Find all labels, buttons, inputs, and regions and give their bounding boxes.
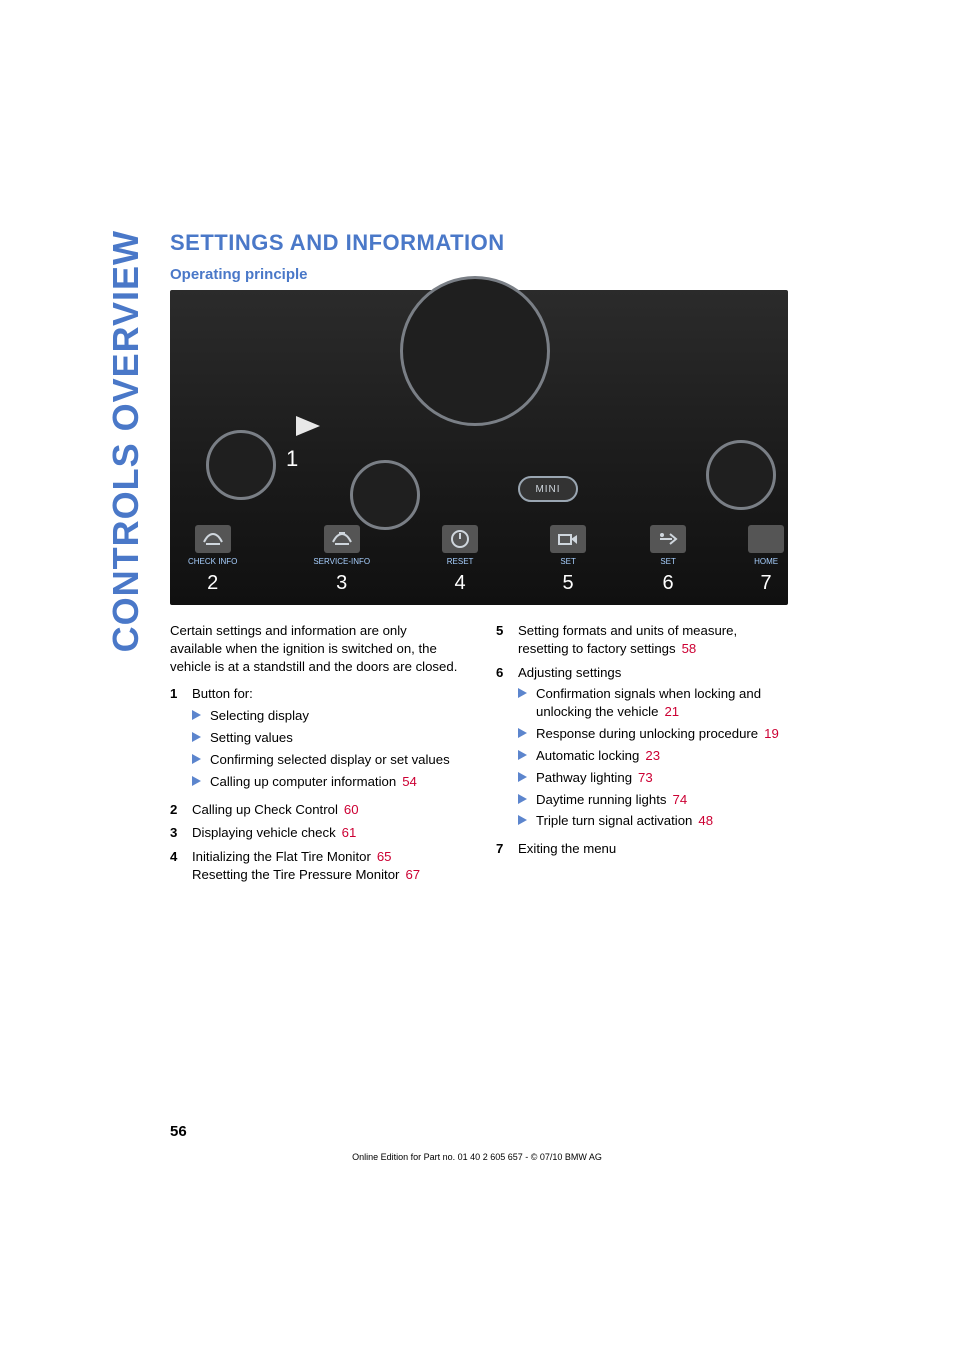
bullet: Setting values [192,729,462,747]
page-ref[interactable]: 60 [344,802,359,817]
page-ref[interactable]: 73 [638,770,653,785]
page-ref[interactable]: 48 [698,813,713,828]
page-ref[interactable]: 23 [645,748,660,763]
bullet: Calling up computer information54 [192,773,462,791]
list-item-5: 5 Setting formats and units of measure, … [496,622,788,658]
page-ref[interactable]: 65 [377,849,392,864]
page-ref[interactable]: 21 [664,704,679,719]
left-column: Certain settings and information are onl… [170,622,462,890]
right-column: 5 Setting formats and units of measure, … [496,622,788,890]
icon-set-a: SET 5 [550,525,586,595]
page-ref[interactable]: 61 [342,825,357,840]
bullet: Confirmation signals when locking and un… [518,685,788,721]
list-item-7: 7 Exiting the menu [496,840,788,858]
bullet: Response during unlocking procedure19 [518,725,788,743]
mini-badge: MINI [518,476,578,502]
page-ref[interactable]: 74 [672,792,687,807]
section-heading: Operating principle [170,266,308,283]
list-item-1: 1 Button for: Selecting display Setting … [170,685,462,794]
footer-text: Online Edition for Part no. 01 40 2 605 … [0,1152,954,1162]
bullet: Pathway lighting73 [518,769,788,787]
page-ref[interactable]: 58 [682,641,697,656]
pointer-number: 1 [286,446,298,472]
list-item-2: 2 Calling up Check Control60 [170,801,462,819]
icon-service-info: SERVICE-INFO 3 [313,525,370,595]
page-number: 56 [170,1123,187,1140]
icon-home: HOME 7 [748,525,784,595]
bullet: Daytime running lights74 [518,791,788,809]
bullet: Automatic locking23 [518,747,788,765]
content-area: Certain settings and information are onl… [170,622,788,890]
page-ref[interactable]: 19 [764,726,779,741]
pointer-arrow-icon [296,416,320,436]
icon-reset: RESET 4 [442,525,478,595]
list-item-6: 6 Adjusting settings Confirmation signal… [496,664,788,835]
bullet: Confirming selected display or set value… [192,751,462,769]
sidebar-section-label: CONTROLS OVERVIEW [105,0,147,230]
dashboard-illustration: 1 MINI CHECK INFO 2 SERVICE-INFO 3 RESET… [170,290,788,605]
bullet: Selecting display [192,707,462,725]
page-ref[interactable]: 67 [405,867,420,882]
list-item-4: 4 Initializing the Flat Tire Monitor65 R… [170,848,462,884]
list-item-3: 3 Displaying vehicle check61 [170,824,462,842]
page-ref[interactable]: 54 [402,774,417,789]
icon-check-info: CHECK INFO 2 [188,525,237,595]
intro-paragraph: Certain settings and information are onl… [170,622,462,675]
page-title: SETTINGS AND INFORMATION [170,230,505,256]
icon-set-b: SET 6 [650,525,686,595]
bullet: Triple turn signal activation48 [518,812,788,830]
